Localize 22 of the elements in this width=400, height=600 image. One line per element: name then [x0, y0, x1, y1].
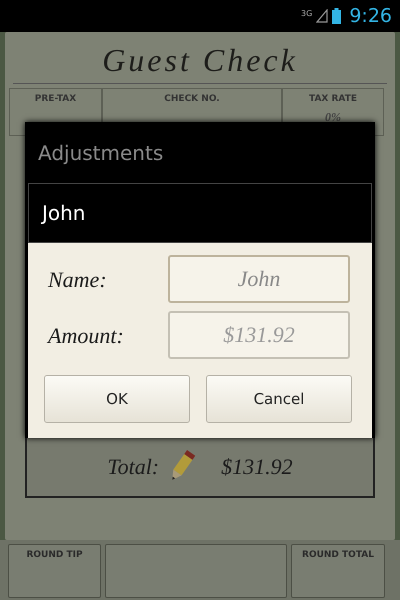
field-label: Amount: — [48, 322, 125, 350]
dialog-subtitle: John — [42, 200, 86, 227]
round-button[interactable]: ROUND TOTAL — [291, 544, 385, 598]
round-button[interactable]: ROUND TIP — [8, 544, 101, 598]
network-label: 3G — [301, 8, 312, 20]
header-label: CHECK NO. — [164, 93, 220, 106]
signal-icon — [316, 9, 328, 23]
cancel-button[interactable]: Cancel — [206, 375, 352, 423]
total-label: Total: — [107, 452, 160, 480]
tax-rate-value: 0% — [325, 110, 341, 122]
header-label: PRE-TAX — [34, 93, 76, 106]
total-value: $131.92 — [221, 452, 293, 480]
header-label: TAX RATE — [309, 93, 357, 106]
ok-button[interactable]: OK — [44, 375, 190, 423]
clock: 9:26 — [349, 4, 392, 29]
dialog-title: Adjustments — [38, 140, 164, 166]
field-label: Name: — [48, 266, 108, 294]
input-field[interactable]: John — [168, 255, 350, 303]
battery-icon — [332, 8, 342, 24]
blank-button[interactable] — [105, 544, 287, 598]
input-field[interactable]: $131.92 — [168, 311, 350, 359]
app-title: Guest Check — [102, 40, 298, 80]
